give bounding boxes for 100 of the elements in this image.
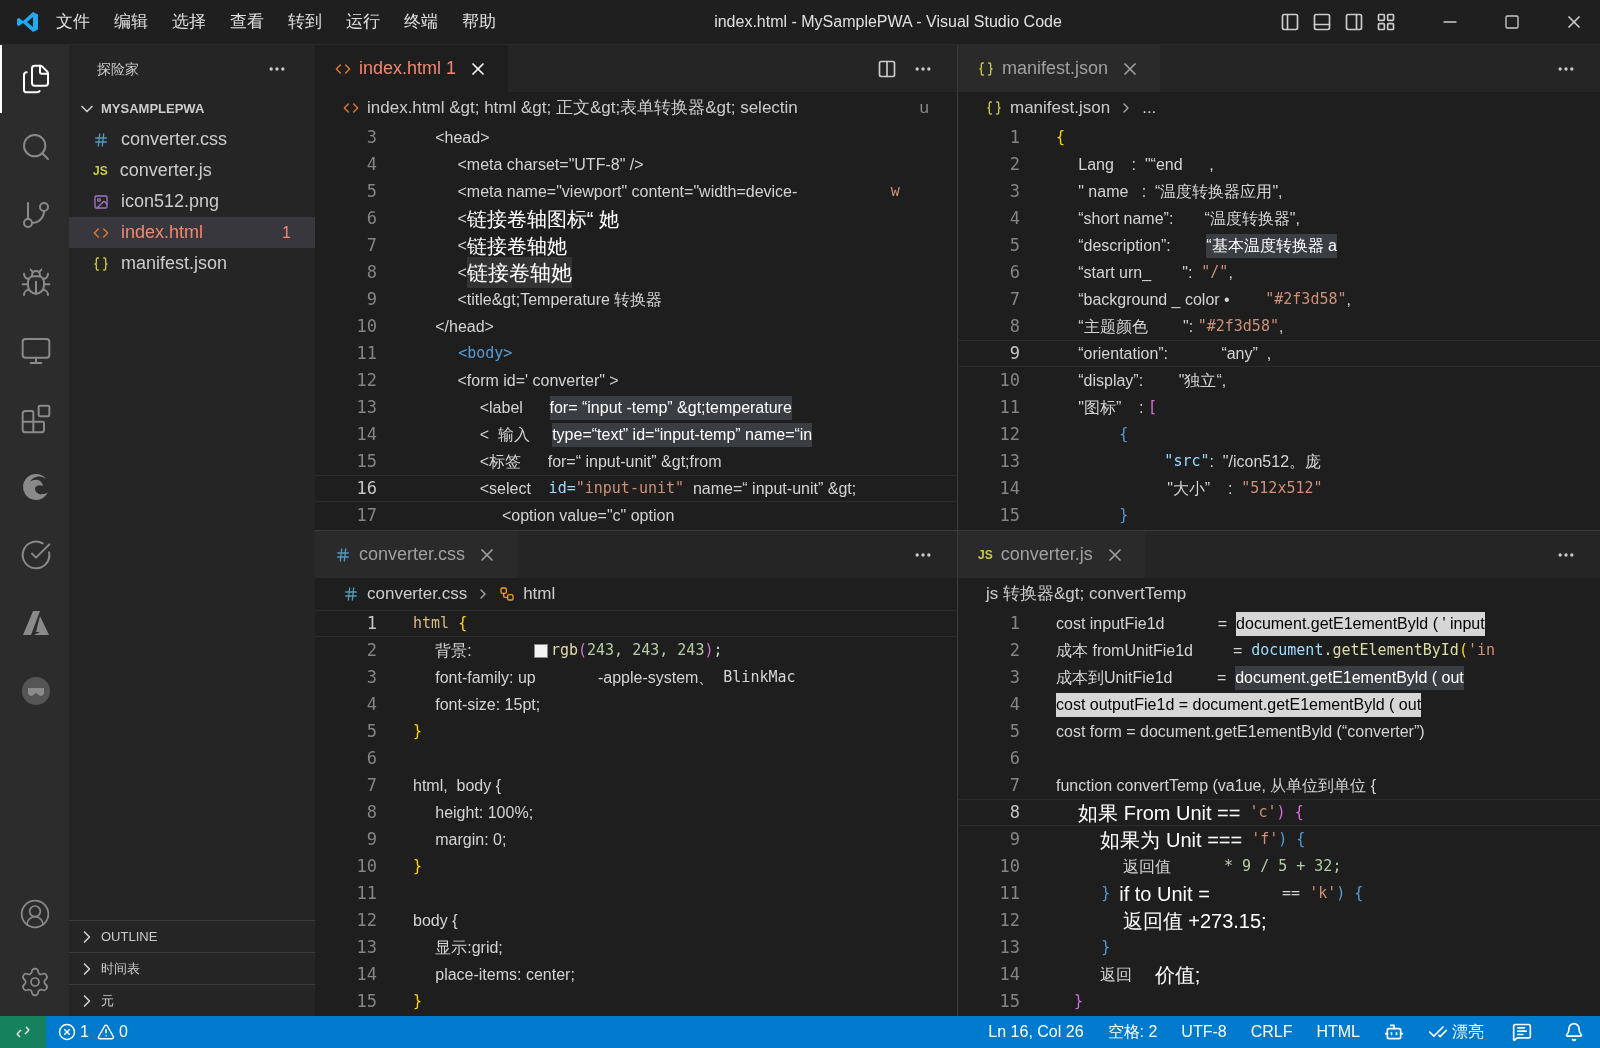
editor-tab[interactable]: index.html 1	[315, 45, 509, 92]
code-line: }	[413, 856, 423, 878]
file-item[interactable]: index.html 1	[69, 217, 315, 248]
menu-item[interactable]: 帮助	[462, 9, 496, 35]
line-number: 7	[1008, 287, 1020, 311]
code-line: <select id="input-unit" name=“ input-unit” &gt;	[478, 478, 857, 500]
code-line: 成本到UnitFie1d = document.getE1ementByld ( out	[1056, 665, 1464, 690]
check-circle-icon	[19, 539, 52, 571]
layout-icon[interactable]	[1376, 12, 1396, 32]
line-number: 14	[355, 422, 377, 446]
line-number: 14	[998, 476, 1020, 500]
code-line: margin: 0;	[434, 829, 507, 850]
menu-item[interactable]: 选择	[172, 9, 206, 35]
code-line: <title&gt;Temperature 转换器	[456, 289, 663, 310]
problems-button[interactable]: 1 0	[46, 1016, 140, 1048]
split-editor-icon[interactable]	[877, 58, 897, 79]
tab-title: index.html 1	[359, 57, 457, 80]
code-line: 如果 From Unit == 'c') {	[1077, 800, 1304, 826]
section-header[interactable]: OUTLINE	[69, 921, 315, 952]
line-number: 9	[1008, 827, 1020, 851]
section-header[interactable]: MYSAMPLEPWA	[69, 93, 315, 124]
code-line: 成本 fromUnitFie1d = document.getElementById('in	[1056, 640, 1495, 662]
line-number: 8	[365, 260, 377, 284]
code-line: </head>	[434, 316, 494, 337]
section-header[interactable]: 时间表	[69, 953, 315, 984]
line-number: 8	[365, 800, 377, 824]
status-item[interactable]: CRLF	[1238, 1016, 1305, 1048]
status-item[interactable]: 空格: 2	[1095, 1016, 1170, 1048]
toggle-panel-icon[interactable]	[1312, 12, 1332, 32]
line-number: 6	[365, 746, 377, 770]
line-number: 15	[355, 449, 377, 473]
account-icon[interactable]	[18, 898, 51, 930]
code-line: place-items: center;	[434, 964, 575, 985]
vscode-logo	[16, 10, 40, 34]
braces-icon	[978, 60, 994, 77]
code-line: }	[1073, 991, 1084, 1013]
line-number: 15	[998, 503, 1020, 527]
hash-icon	[343, 586, 359, 602]
line-number: 2	[1008, 152, 1020, 176]
menu-item[interactable]: 转到	[288, 9, 322, 35]
line-number: 2	[1008, 638, 1020, 662]
line-number: 13	[355, 395, 377, 419]
code-line: <meta charset="UTF-8" />	[456, 154, 644, 175]
status-item[interactable]: HTML	[1304, 1016, 1372, 1048]
code-line: 显示:grid;	[434, 937, 503, 958]
code-icon	[343, 100, 359, 116]
code-line: 返回值 +273.15;	[1121, 908, 1267, 934]
code-line: “start urn_ ": "/",	[1077, 262, 1233, 284]
breadcrumb-item[interactable]: html	[523, 581, 556, 607]
line-number: 16	[355, 476, 377, 500]
editor-tab[interactable]: JS converter.js	[958, 531, 1145, 578]
line-number: 6	[1008, 260, 1020, 284]
symbol-icon	[499, 586, 516, 602]
breadcrumb-item[interactable]: js 转换器&gt; convertTemp	[986, 581, 1187, 607]
maximize-icon[interactable]	[1504, 14, 1520, 30]
code-line: "大小” : "512x512"	[1166, 478, 1323, 500]
file-item[interactable]: JS converter.js	[69, 155, 315, 186]
line-number: 12	[998, 908, 1020, 932]
line-number: 5	[365, 719, 377, 743]
status-item[interactable]: UTF-8	[1169, 1016, 1239, 1048]
code-line: <meta name="viewport" content="width=device- w	[456, 181, 900, 203]
prettier-button[interactable]: 漂亮	[1416, 1016, 1496, 1048]
breadcrumb-item[interactable]: ...	[1142, 95, 1157, 121]
code-line: “display”: "独立“,	[1077, 370, 1227, 391]
code-line: cost inputFie1d = document.getE1ementByld ( ' input	[1056, 611, 1485, 636]
section-header[interactable]: 元	[69, 985, 315, 1016]
menu-item[interactable]: 运行	[346, 9, 380, 35]
breadcrumb-item[interactable]: manifest.json	[1010, 95, 1111, 121]
file-item[interactable]: manifest.json	[69, 248, 315, 279]
line-number: 5	[365, 179, 377, 203]
menu-item[interactable]: 编辑	[114, 9, 148, 35]
line-number: 12	[355, 368, 377, 392]
editor-tab[interactable]: manifest.json	[958, 45, 1161, 92]
braces-icon	[93, 255, 109, 272]
toggle-sidebar-icon[interactable]	[1280, 12, 1300, 32]
editor-tab[interactable]: converter.css	[315, 531, 518, 578]
warning-count: 0	[118, 1022, 128, 1042]
status-item[interactable]: Ln 16, Col 26	[976, 1016, 1096, 1048]
menu-item[interactable]: 查看	[230, 9, 264, 35]
line-number: 3	[365, 665, 377, 689]
extensions-icon	[19, 403, 52, 435]
file-item[interactable]: icon512.png	[69, 186, 315, 217]
line-number: 1	[1008, 611, 1020, 635]
breadcrumb-item[interactable]: u	[919, 95, 929, 121]
code-line: }	[413, 721, 423, 743]
monitor-icon	[19, 335, 52, 367]
menu-item[interactable]: 文件	[56, 9, 90, 35]
breadcrumb-item[interactable]: index.html &gt; html &gt; 正文&gt;表单转换器&gt; selectin	[367, 95, 798, 121]
line-number: 1	[1008, 125, 1020, 149]
code-line: “主题颜色 ": "#2f3d58",	[1077, 316, 1284, 338]
js-file-icon: JS	[93, 161, 108, 180]
line-number: 13	[998, 449, 1020, 473]
line-number: 10	[998, 854, 1020, 878]
line-number: 3	[365, 125, 377, 149]
code-line: <标签 for=“ input-unit” &gt;from	[478, 451, 722, 472]
file-item[interactable]: converter.css	[69, 124, 315, 155]
toggle-secondary-sidebar-icon[interactable]	[1344, 12, 1364, 32]
line-number: 7	[1008, 773, 1020, 797]
breadcrumb-item[interactable]: converter.css	[367, 581, 468, 607]
menu-item[interactable]: 终端	[404, 9, 438, 35]
